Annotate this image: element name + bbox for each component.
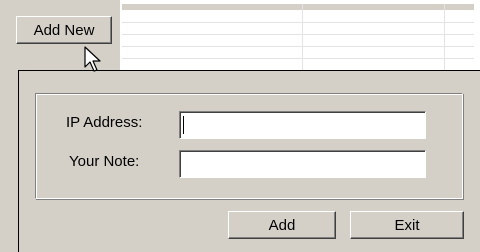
exit-button-label: Exit <box>394 216 420 234</box>
add-new-button-label: Add New <box>33 21 95 39</box>
add-new-button[interactable]: Add New <box>16 16 112 44</box>
grid-row-line <box>122 34 474 35</box>
note-input[interactable] <box>179 150 426 178</box>
entry-groupbox: IP Address: Your Note: <box>35 93 463 199</box>
mouse-pointer-icon <box>84 46 101 72</box>
grid-row-line <box>122 46 474 47</box>
add-button[interactable]: Add <box>228 211 336 239</box>
grid-column-line <box>302 4 303 70</box>
exit-button[interactable]: Exit <box>350 211 464 239</box>
text-caret <box>183 116 184 134</box>
note-label: Your Note: <box>69 153 140 170</box>
ip-address-input[interactable] <box>179 111 426 139</box>
add-entry-dialog: IP Address: Your Note: Add Exit <box>18 70 480 252</box>
add-button-label: Add <box>268 216 296 234</box>
records-grid[interactable] <box>122 4 474 70</box>
grid-header <box>122 4 474 10</box>
ip-address-label: IP Address: <box>66 114 143 131</box>
grid-row-line <box>122 22 474 23</box>
grid-column-line <box>444 4 445 70</box>
grid-row-line <box>122 58 474 59</box>
